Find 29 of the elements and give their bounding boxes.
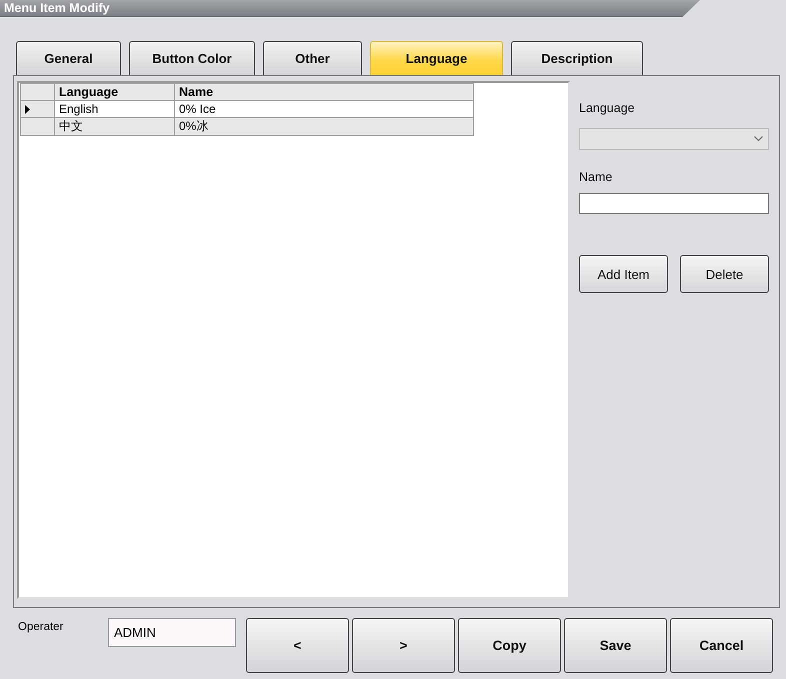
- table-cell: 0%冰: [174, 118, 474, 136]
- tab[interactable]: Button Color: [129, 41, 255, 75]
- row-pointer-icon: [25, 104, 30, 114]
- side-button[interactable]: Delete: [680, 255, 769, 293]
- table-row[interactable]: 中文 0%冰: [20, 118, 474, 136]
- language-label: Language: [579, 101, 636, 115]
- table-cell: English: [54, 100, 174, 118]
- window-title: Menu Item Modify: [4, 1, 110, 15]
- row-header-cell: [20, 84, 54, 100]
- operator-field[interactable]: ADMIN: [108, 618, 236, 647]
- tab[interactable]: General: [16, 41, 121, 75]
- column-header[interactable]: Name: [174, 84, 474, 100]
- footer-button[interactable]: <: [246, 618, 349, 673]
- footer-button[interactable]: Cancel: [670, 618, 773, 673]
- table-row[interactable]: English 0% Ice: [20, 100, 474, 118]
- footer-button[interactable]: Save: [564, 618, 667, 673]
- tab[interactable]: Description: [511, 41, 643, 75]
- table-cell: 中文: [54, 118, 174, 136]
- footer-button[interactable]: Copy: [458, 618, 561, 673]
- tab[interactable]: Other: [263, 41, 362, 75]
- operator-label: Operater: [17, 620, 64, 633]
- footer-button[interactable]: >: [352, 618, 455, 673]
- name-input-field[interactable]: [579, 193, 769, 214]
- chevron-down-icon: [754, 136, 763, 142]
- tab[interactable]: Language: [370, 41, 503, 75]
- name-label: Name: [579, 170, 614, 184]
- side-button[interactable]: Add Item: [579, 255, 668, 293]
- column-header[interactable]: Language: [54, 84, 174, 100]
- table-cell: 0% Ice: [174, 100, 474, 118]
